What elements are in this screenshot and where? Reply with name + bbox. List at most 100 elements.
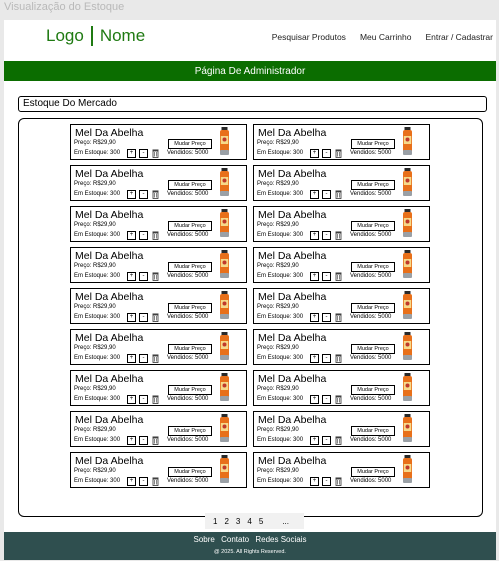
increase-stock-button[interactable]: +: [127, 395, 136, 404]
footer-link-about[interactable]: Sobre: [194, 535, 215, 544]
change-price-button[interactable]: Mudar Preço: [168, 139, 212, 149]
trash-icon[interactable]: [152, 272, 159, 281]
trash-icon[interactable]: [335, 395, 342, 404]
trash-icon[interactable]: [335, 272, 342, 281]
change-price-button[interactable]: Mudar Preço: [168, 262, 212, 272]
product-card: Mel Da Abelha Preço: R$29,90 Mudar Preço Em…: [253, 124, 430, 160]
increase-stock-button[interactable]: +: [310, 231, 319, 240]
decrease-stock-button[interactable]: -: [139, 436, 148, 445]
product-name: Mel Da Abelha: [258, 414, 327, 426]
product-stock: Em Estoque: 300: [257, 314, 304, 320]
page-link-4[interactable]: 4: [247, 517, 251, 526]
increase-stock-button[interactable]: +: [127, 272, 136, 281]
increase-stock-button[interactable]: +: [310, 395, 319, 404]
decrease-stock-button[interactable]: -: [139, 272, 148, 281]
honey-jar-icon: [220, 209, 229, 237]
decrease-stock-button[interactable]: -: [322, 313, 331, 322]
change-price-button[interactable]: Mudar Preço: [351, 303, 395, 313]
change-price-button[interactable]: Mudar Preço: [351, 426, 395, 436]
change-price-button[interactable]: Mudar Preço: [168, 180, 212, 190]
decrease-stock-button[interactable]: -: [139, 395, 148, 404]
increase-stock-button[interactable]: +: [310, 149, 319, 158]
trash-icon[interactable]: [152, 477, 159, 486]
footer-link-contact[interactable]: Contato: [221, 535, 249, 544]
increase-stock-button[interactable]: +: [127, 149, 136, 158]
change-price-button[interactable]: Mudar Preço: [351, 139, 395, 149]
increase-stock-button[interactable]: +: [127, 436, 136, 445]
decrease-stock-button[interactable]: -: [322, 231, 331, 240]
trash-icon[interactable]: [152, 395, 159, 404]
trash-icon[interactable]: [152, 149, 159, 158]
product-price: Preço: R$29,90: [74, 263, 116, 269]
nav-search-products[interactable]: Pesquisar Produtos: [272, 32, 346, 42]
page-link-more[interactable]: ...: [282, 517, 289, 526]
increase-stock-button[interactable]: +: [310, 190, 319, 199]
trash-icon[interactable]: [152, 190, 159, 199]
change-price-button[interactable]: Mudar Preço: [351, 262, 395, 272]
change-price-button[interactable]: Mudar Preço: [168, 344, 212, 354]
trash-icon[interactable]: [152, 354, 159, 363]
change-price-button[interactable]: Mudar Preço: [168, 221, 212, 231]
change-price-button[interactable]: Mudar Preço: [351, 221, 395, 231]
trash-icon[interactable]: [152, 231, 159, 240]
page-link-5[interactable]: 5: [259, 517, 263, 526]
decrease-stock-button[interactable]: -: [139, 231, 148, 240]
decrease-stock-button[interactable]: -: [322, 436, 331, 445]
increase-stock-button[interactable]: +: [127, 354, 136, 363]
trash-icon[interactable]: [335, 477, 342, 486]
decrease-stock-button[interactable]: -: [322, 272, 331, 281]
product-sold: Vendidos: 5000: [350, 191, 392, 197]
decrease-stock-button[interactable]: -: [139, 354, 148, 363]
change-price-button[interactable]: Mudar Preço: [168, 467, 212, 477]
increase-stock-button[interactable]: +: [127, 231, 136, 240]
page-link-3[interactable]: 3: [236, 517, 240, 526]
decrease-stock-button[interactable]: -: [322, 190, 331, 199]
trash-icon[interactable]: [335, 436, 342, 445]
product-name: Mel Da Abelha: [75, 250, 144, 262]
change-price-button[interactable]: Mudar Preço: [168, 303, 212, 313]
logo[interactable]: Logo Nome: [46, 26, 145, 46]
product-sold: Vendidos: 5000: [350, 478, 392, 484]
trash-icon[interactable]: [335, 149, 342, 158]
decrease-stock-button[interactable]: -: [139, 477, 148, 486]
change-price-button[interactable]: Mudar Preço: [351, 180, 395, 190]
increase-stock-button[interactable]: +: [310, 313, 319, 322]
nav-login-register[interactable]: Entrar / Cadastrar: [425, 32, 493, 42]
decrease-stock-button[interactable]: -: [139, 313, 148, 322]
product-card: Mel Da Abelha Preço: R$29,90 Mudar Preço Em…: [70, 411, 247, 447]
footer-link-social[interactable]: Redes Sociais: [255, 535, 306, 544]
change-price-button[interactable]: Mudar Preço: [168, 385, 212, 395]
increase-stock-button[interactable]: +: [310, 477, 319, 486]
trash-icon[interactable]: [152, 313, 159, 322]
increase-stock-button[interactable]: +: [310, 436, 319, 445]
trash-icon[interactable]: [335, 231, 342, 240]
change-price-button[interactable]: Mudar Preço: [351, 467, 395, 477]
product-name: Mel Da Abelha: [258, 373, 327, 385]
footer-links: Sobre Contato Redes Sociais: [4, 535, 496, 544]
decrease-stock-button[interactable]: -: [322, 477, 331, 486]
product-sold: Vendidos: 5000: [167, 396, 209, 402]
decrease-stock-button[interactable]: -: [139, 190, 148, 199]
decrease-stock-button[interactable]: -: [322, 395, 331, 404]
increase-stock-button[interactable]: +: [310, 272, 319, 281]
trash-icon[interactable]: [152, 436, 159, 445]
nav-my-cart[interactable]: Meu Carrinho: [360, 32, 412, 42]
page-link-2[interactable]: 2: [224, 517, 228, 526]
page-link-1[interactable]: 1: [213, 517, 217, 526]
change-price-button[interactable]: Mudar Preço: [351, 385, 395, 395]
decrease-stock-button[interactable]: -: [322, 354, 331, 363]
product-card: Mel Da Abelha Preço: R$29,90 Mudar Preço Em…: [253, 370, 430, 406]
trash-icon[interactable]: [335, 313, 342, 322]
increase-stock-button[interactable]: +: [127, 313, 136, 322]
decrease-stock-button[interactable]: -: [322, 149, 331, 158]
decrease-stock-button[interactable]: -: [139, 149, 148, 158]
trash-icon[interactable]: [335, 354, 342, 363]
increase-stock-button[interactable]: +: [127, 477, 136, 486]
admin-page-title: Página De Administrador: [194, 65, 306, 77]
increase-stock-button[interactable]: +: [310, 354, 319, 363]
product-stock: Em Estoque: 300: [257, 355, 304, 361]
trash-icon[interactable]: [335, 190, 342, 199]
increase-stock-button[interactable]: +: [127, 190, 136, 199]
change-price-button[interactable]: Mudar Preço: [351, 344, 395, 354]
change-price-button[interactable]: Mudar Preço: [168, 426, 212, 436]
